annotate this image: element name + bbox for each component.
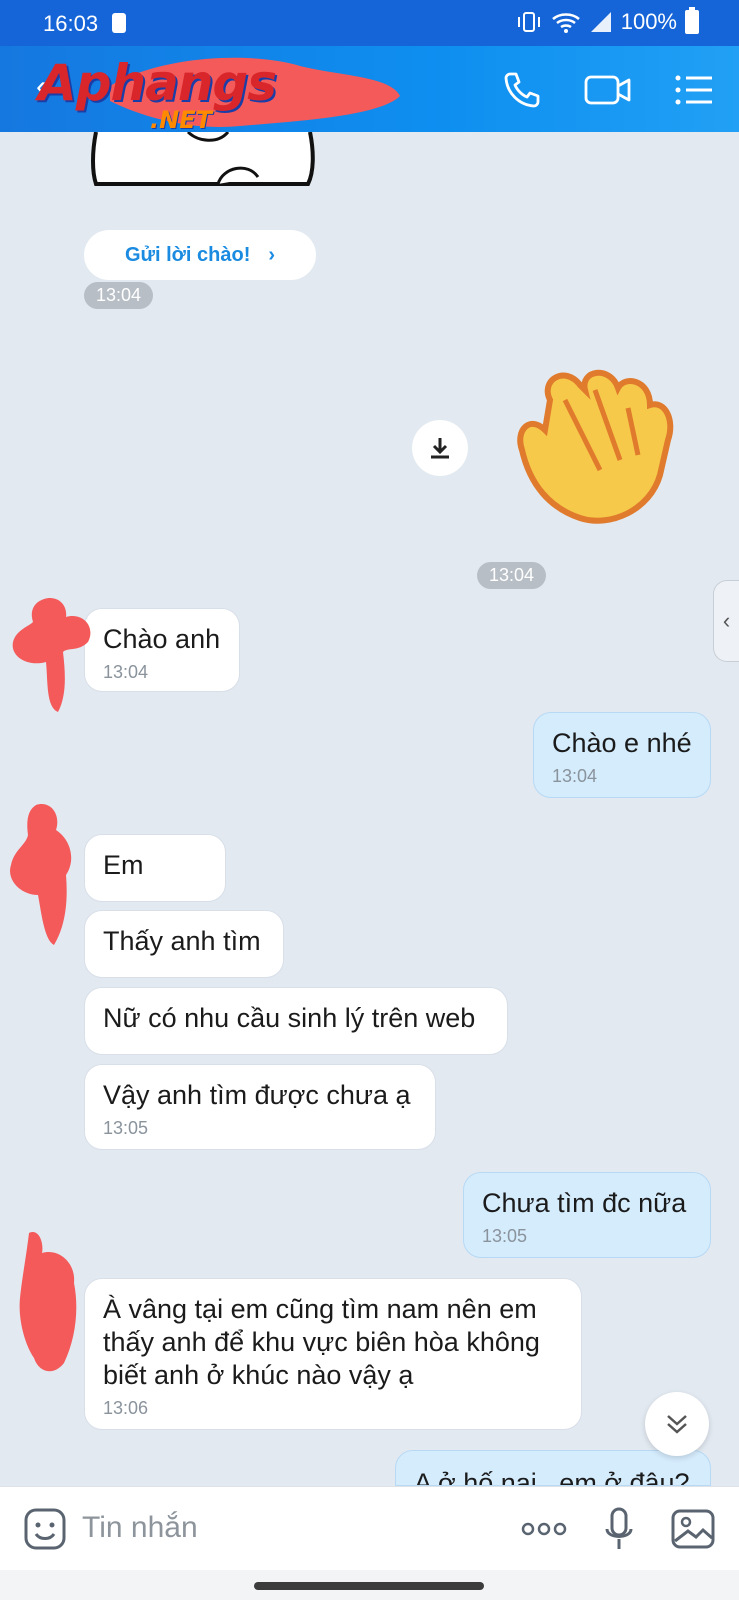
message-time: 13:04 [552,766,598,786]
message-bubble-mine[interactable]: A ở hố nai , em ở đâu? [395,1450,711,1486]
logo-sub: .NET [150,106,212,134]
message-text: A ở hố nai , em ở đâu? [414,1468,690,1486]
sticker-icon[interactable] [22,1505,68,1553]
microphone-icon[interactable] [604,1505,634,1553]
double-chevron-down-icon [667,1415,687,1434]
wifi-icon [551,13,580,33]
battery-percent: 100% [620,9,677,34]
signal-icon [590,12,611,32]
more-options-icon[interactable] [520,1505,568,1553]
message-bubble[interactable]: Em [84,834,226,902]
phone-icon[interactable] [500,68,544,112]
redaction-scribble [19,1232,77,1372]
message-input[interactable]: Tin nhắn [82,1511,198,1545]
message-bubble[interactable]: Thấy anh tìm [84,910,284,978]
message-bubble[interactable]: Vậy anh tìm được chưa ạ 13:05 [84,1064,436,1150]
timestamp: 13:04 [477,562,547,589]
download-icon [431,438,449,459]
timestamp: 13:04 [84,282,154,309]
sticker-image [91,132,315,186]
message-text: À vâng tại em cũng tìm nam nên em thấy a… [103,1294,540,1390]
send-greeting-button[interactable]: Gửi lời chào! › [84,230,316,280]
vibrate-icon [517,12,540,32]
message-text: Em [103,850,144,880]
message-bubble[interactable]: Chào anh 13:04 [84,608,240,692]
chevron-right-icon: › [268,243,276,266]
status-bar: 16:03 100% [0,0,739,46]
message-time: 13:05 [103,1118,149,1138]
battery-saver-icon [112,13,126,33]
message-text: Vậy anh tìm được chưa ạ [103,1080,411,1110]
video-call-icon[interactable] [583,68,633,112]
scroll-to-bottom-button[interactable] [645,1392,709,1456]
system-nav-bar [0,1570,739,1600]
status-indicators: 100% [515,7,699,35]
message-bubble[interactable]: À vâng tại em cũng tìm nam nên em thấy a… [84,1278,582,1430]
message-text: Thấy anh tìm [103,926,261,956]
redaction-scribble [10,804,72,945]
watermark-logo: Aphangs .NET [38,54,368,134]
logo-text: Aphangs [38,54,277,112]
message-bubble-mine[interactable]: Chào e nhé 13:04 [533,712,711,798]
chat-header: ‹ Aphangs .NET [0,46,739,134]
message-list[interactable]: Gửi lời chào! › 13:04 13:04 ‹ Chào anh 1… [0,132,739,1486]
message-time: 13:06 [103,1398,149,1418]
message-text: Chưa tìm đc nữa [482,1188,687,1218]
image-gallery-icon[interactable] [670,1505,716,1553]
message-bubble[interactable]: Nữ có nhu cầu sinh lý trên web [84,987,508,1055]
battery-icon [685,7,699,34]
home-indicator[interactable] [254,1582,484,1590]
side-panel-handle[interactable]: ‹ [713,580,739,662]
message-input-bar: Tin nhắn [0,1486,739,1570]
message-text: Nữ có nhu cầu sinh lý trên web [103,1003,476,1033]
download-button[interactable] [412,420,468,476]
menu-icon[interactable] [672,68,716,112]
message-text: Chào anh [103,624,221,654]
message-text: Chào e nhé [552,728,692,758]
greeting-label: Gửi lời chào! [124,243,251,266]
status-time: 16:03 [43,11,99,36]
waving-hand-sticker[interactable] [510,360,680,530]
redaction-scribble [12,597,91,712]
message-bubble-mine[interactable]: Chưa tìm đc nữa 13:05 [463,1172,711,1258]
message-time: 13:05 [482,1226,528,1246]
message-time: 13:04 [103,662,149,682]
